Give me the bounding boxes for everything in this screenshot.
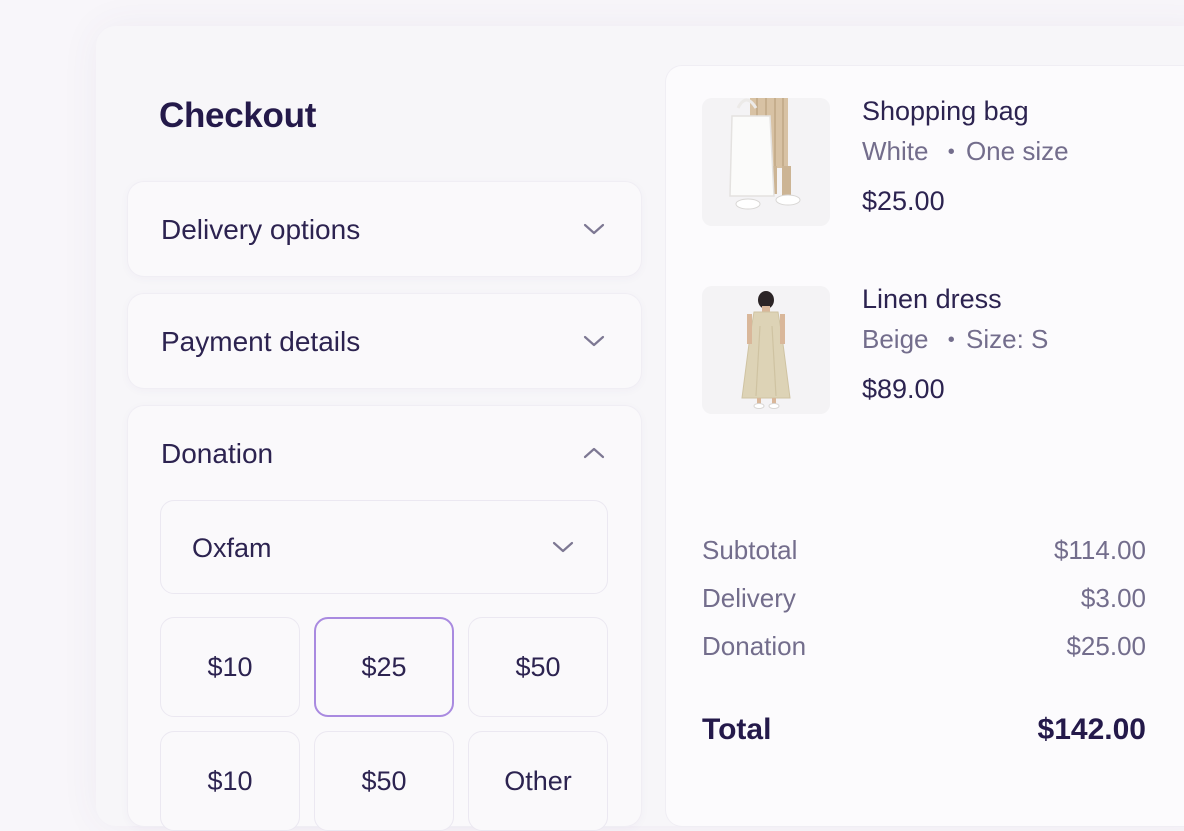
total-label: Total: [702, 713, 772, 746]
payment-details-section[interactable]: Payment details: [128, 294, 641, 388]
separator: •: [947, 329, 955, 351]
donation-label: Donation: [161, 438, 274, 469]
chevron-down-icon: [552, 541, 574, 553]
donation-amount-button[interactable]: $50: [314, 731, 454, 831]
chevron-up-icon[interactable]: [580, 439, 608, 467]
chevron-down-icon[interactable]: [580, 215, 608, 243]
cart-item-price: $25.00: [862, 186, 945, 216]
donation-amount-other-button[interactable]: Other: [468, 731, 608, 831]
page-title: Checkout: [159, 96, 317, 135]
cart-item-size: One size: [965, 136, 1069, 166]
delivery-label: Delivery: [702, 583, 796, 613]
donation-amount-button[interactable]: $10: [160, 617, 300, 717]
cart-item-name: Linen dress: [862, 284, 1002, 314]
delivery-options-label: Delivery options: [161, 214, 361, 245]
delivery-value: $3.00: [1080, 583, 1146, 613]
separator: •: [947, 141, 955, 163]
linen-dress-photo: [702, 286, 830, 414]
subtotal-value: $114.00: [1053, 535, 1146, 565]
cart-item-variant: Beige • Size: S: [862, 324, 1048, 355]
cart-item-color: White: [862, 136, 929, 166]
donation-amount-button[interactable]: $50: [468, 617, 608, 717]
subtotal-label: Subtotal: [702, 535, 798, 565]
cart-item-color: Beige: [862, 324, 929, 354]
donation-summary-label: Donation: [702, 631, 807, 661]
donation-summary-value: $25.00: [1066, 631, 1146, 661]
cart-item-variant: White • One size: [862, 136, 1069, 167]
donation-amount-button[interactable]: $10: [160, 731, 300, 831]
donation-amount-button-selected[interactable]: $25: [314, 617, 454, 717]
chevron-down-icon[interactable]: [580, 327, 608, 355]
delivery-options-section[interactable]: Delivery options: [128, 182, 641, 276]
payment-details-label: Payment details: [161, 326, 361, 357]
cart-item-price: $89.00: [862, 374, 945, 404]
charity-select[interactable]: Oxfam: [160, 500, 608, 594]
charity-select-value: Oxfam: [192, 533, 272, 563]
cart-item-size: Size: S: [965, 324, 1049, 354]
shopping-bag-photo: [702, 98, 830, 226]
total-value: $142.00: [1037, 713, 1146, 746]
cart-item-name: Shopping bag: [862, 96, 1029, 126]
